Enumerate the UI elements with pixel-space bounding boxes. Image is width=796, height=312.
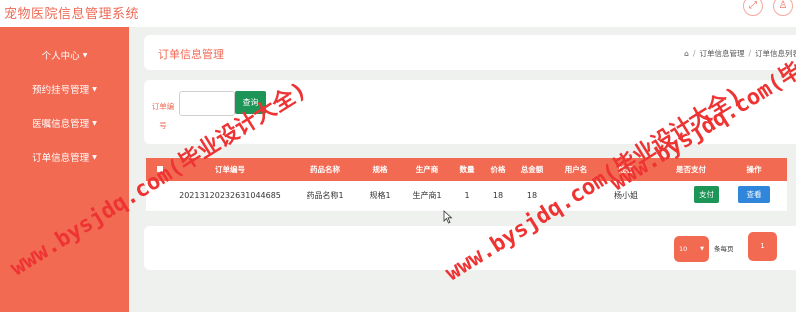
select-all-checkbox[interactable] bbox=[157, 166, 163, 172]
cell-spec: 规格1 bbox=[369, 191, 391, 200]
column-header[interactable]: 姓名 bbox=[619, 158, 634, 181]
mouse-cursor-icon bbox=[443, 210, 453, 224]
per-page-label: 条每页 bbox=[714, 245, 734, 253]
caret-down-icon: ▼ bbox=[700, 246, 704, 252]
cell-drug-name: 药品名称1 bbox=[306, 191, 344, 200]
pay-button[interactable]: 支付 bbox=[694, 186, 719, 203]
cell-maker: 生产商1 bbox=[412, 191, 442, 200]
caret-down-icon: ▼ bbox=[92, 120, 97, 127]
view-button[interactable]: 查看 bbox=[738, 186, 770, 203]
top-bar: 宠物医院信息管理系统 ⤢ ♙ bbox=[0, 0, 796, 28]
breadcrumb: ⌂ / 订单信息管理 / 订单信息列表 bbox=[684, 48, 796, 59]
table-row: 20213120232631044685 药品名称1 规格1 生产商1 1 18… bbox=[146, 181, 787, 212]
sidebar-item-orders[interactable]: 订单信息管理 ▼ bbox=[0, 150, 129, 164]
main-area: 订单信息管理 ⌂ / 订单信息管理 / 订单信息列表 订单编号 查询 订单编号 药品名称… bbox=[129, 27, 796, 312]
search-card: 订单编号 查询 bbox=[144, 80, 796, 144]
search-label: 订单编号 bbox=[151, 102, 175, 130]
column-header[interactable]: 数量 bbox=[460, 158, 475, 181]
page-button-current[interactable]: 1 bbox=[748, 232, 777, 261]
column-header: 操作 bbox=[746, 165, 762, 174]
column-header[interactable]: 总金额 bbox=[521, 158, 544, 181]
caret-down-icon: ▼ bbox=[82, 52, 88, 59]
sidebar: 个人中心 ▼ 预约挂号管理 ▼ 医嘱信息管理 ▼ 订单信息管理 ▼ bbox=[0, 27, 129, 312]
sidebar-item-label: 订单信息管理 bbox=[32, 153, 90, 164]
page-size-value: 10 bbox=[679, 245, 688, 253]
sidebar-item-personal-center[interactable]: 个人中心 ▼ bbox=[0, 48, 129, 62]
cell-quantity: 1 bbox=[464, 191, 470, 200]
sidebar-item-label: 医嘱信息管理 bbox=[32, 119, 90, 130]
sidebar-item-medical-orders[interactable]: 医嘱信息管理 ▼ bbox=[0, 116, 129, 130]
search-button[interactable]: 查询 bbox=[235, 91, 266, 114]
column-header[interactable]: 规格 bbox=[373, 158, 388, 181]
order-number-input[interactable] bbox=[179, 91, 235, 116]
fullscreen-icon[interactable]: ⤢ bbox=[743, 0, 763, 16]
pagination-card: 10 ▼ 条每页 1 bbox=[144, 226, 796, 270]
home-icon[interactable]: ⌂ bbox=[684, 49, 689, 58]
cell-name: 杨小姐 bbox=[614, 191, 638, 200]
caret-down-icon: ▼ bbox=[92, 154, 97, 161]
user-icon[interactable]: ♙ bbox=[773, 0, 793, 16]
caret-down-icon: ▼ bbox=[92, 86, 97, 93]
column-header[interactable]: 药品名称 bbox=[310, 158, 340, 181]
header-card: 订单信息管理 ⌂ / 订单信息管理 / 订单信息列表 bbox=[144, 35, 796, 70]
cell-price: 18 bbox=[492, 191, 504, 200]
cell-order-number: 20213120232631044685 bbox=[179, 191, 281, 200]
cell-total: 18 bbox=[526, 191, 538, 200]
app-title: 宠物医院信息管理系统 bbox=[4, 7, 140, 22]
column-header[interactable]: 用户名 bbox=[565, 158, 588, 181]
breadcrumb-item[interactable]: 订单信息管理 bbox=[699, 49, 744, 58]
column-header[interactable]: 价格 bbox=[491, 158, 506, 181]
page-size-select[interactable]: 10 ▼ bbox=[674, 236, 709, 262]
table-header: 订单编号 药品名称 规格 生产商 数量 价格 总金额 用户名 姓名 是否支付 操… bbox=[146, 158, 787, 181]
page-title: 订单信息管理 bbox=[158, 48, 224, 61]
sidebar-item-label: 个人中心 bbox=[41, 51, 80, 62]
sidebar-item-label: 预约挂号管理 bbox=[32, 85, 90, 96]
breadcrumb-item: 订单信息列表 bbox=[755, 49, 796, 58]
column-header[interactable]: 订单编号 bbox=[215, 158, 245, 181]
column-header[interactable]: 生产商 bbox=[416, 158, 439, 181]
column-header[interactable]: 是否支付 bbox=[676, 158, 706, 181]
sidebar-item-appointments[interactable]: 预约挂号管理 ▼ bbox=[0, 82, 129, 96]
